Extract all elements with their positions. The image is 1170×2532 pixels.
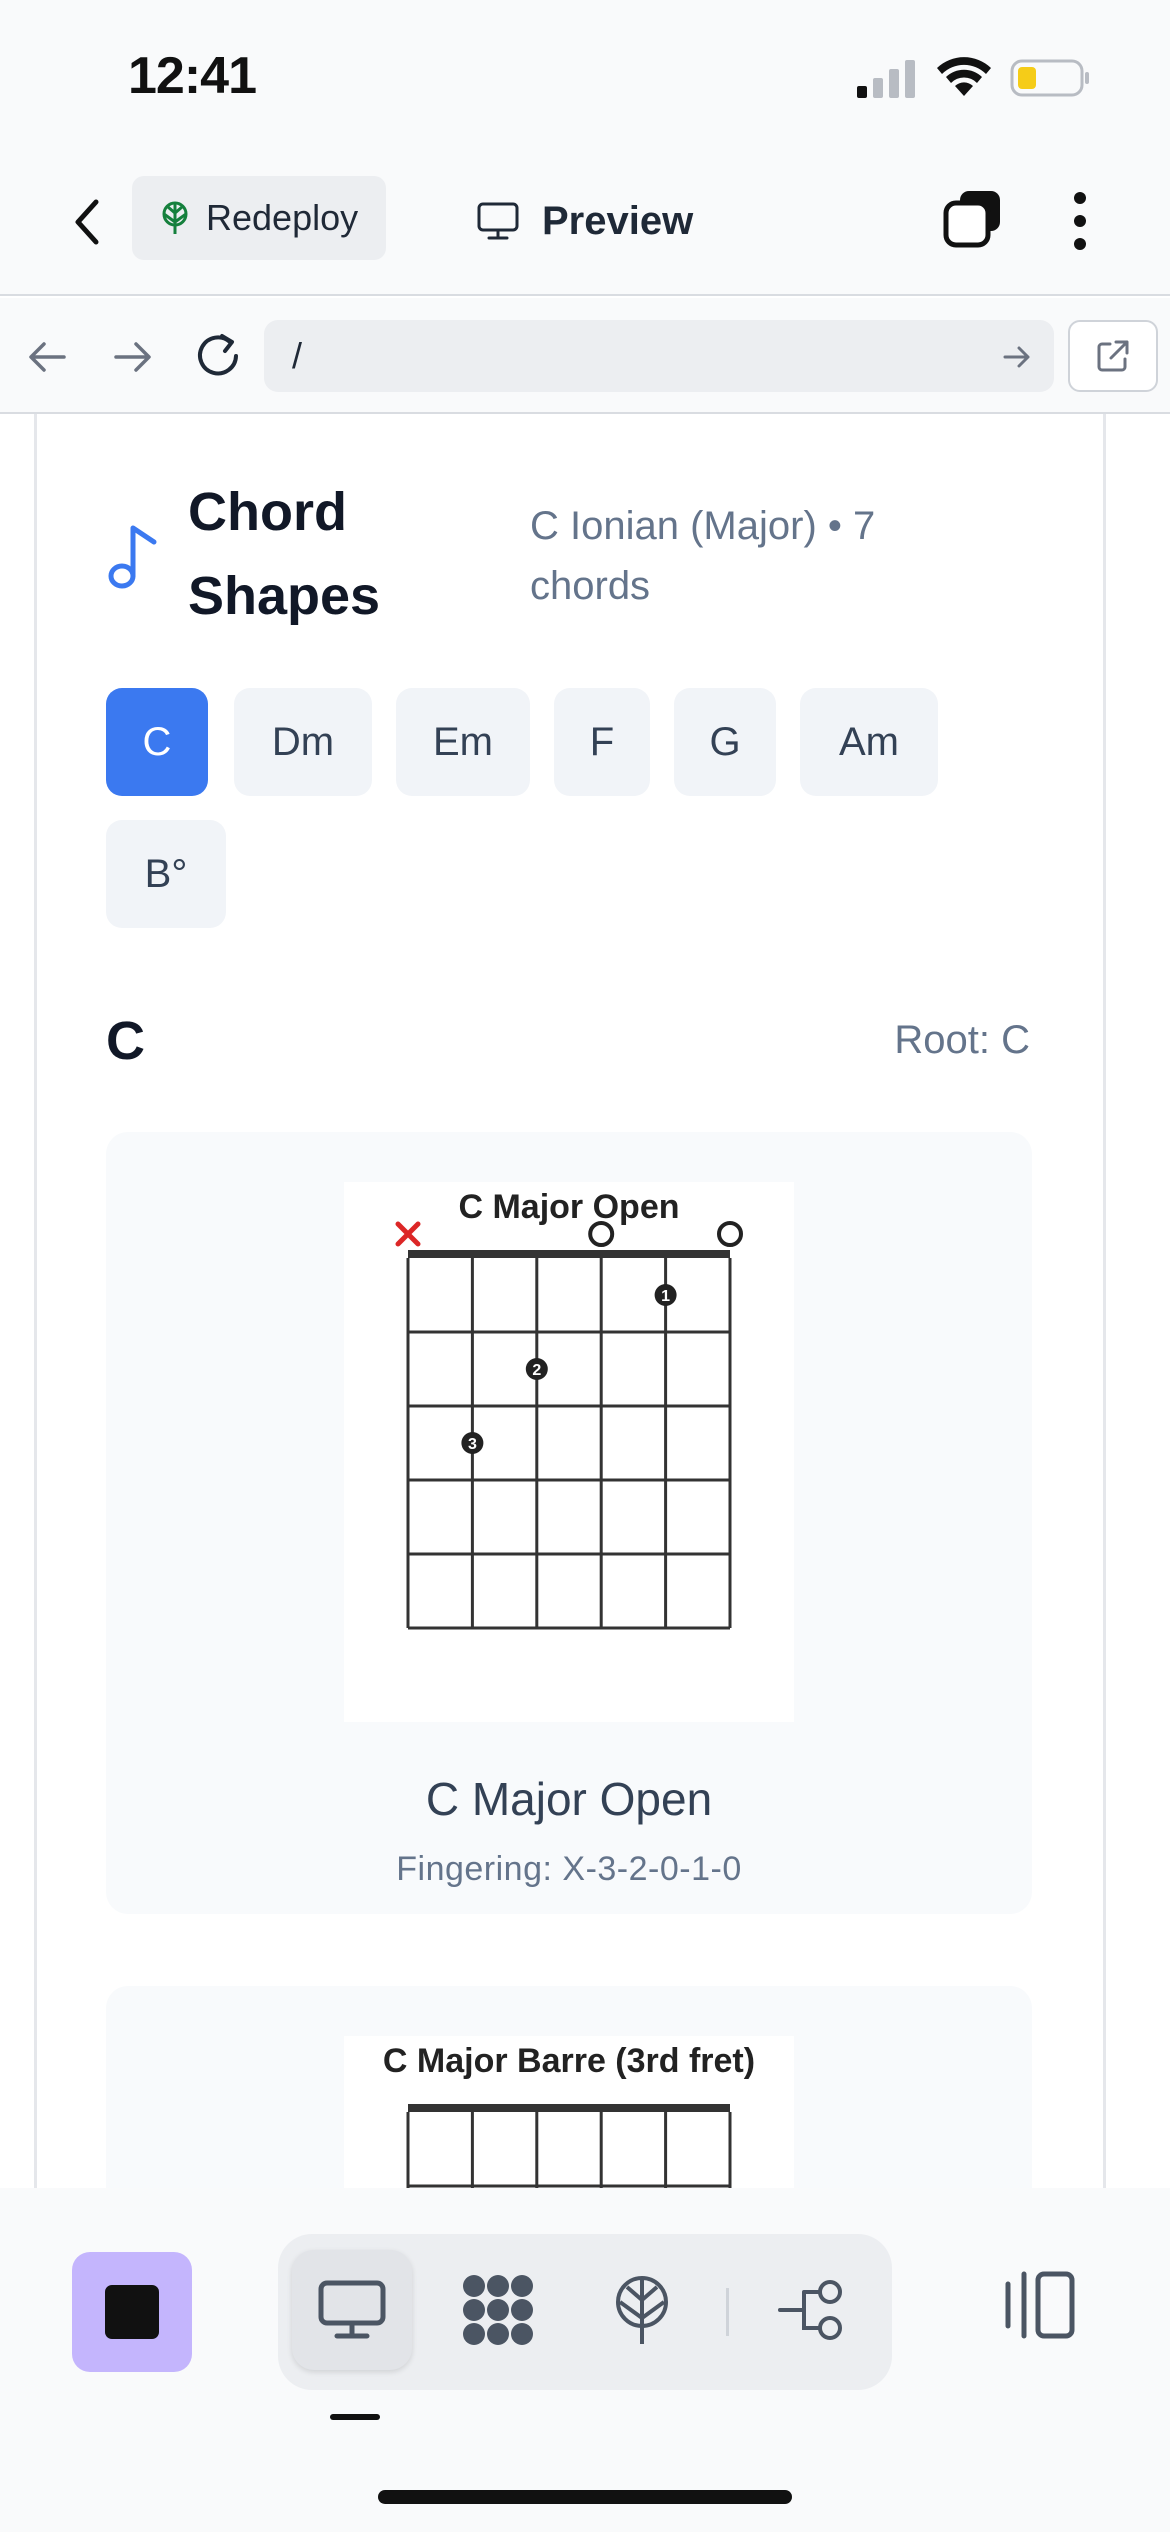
chord-diagram: C Major Open 3 2 1 [344, 1182, 794, 1722]
redeploy-button[interactable]: Redeploy [132, 176, 386, 260]
stop-button[interactable] [72, 2252, 192, 2372]
chord-shape-card: C Major Open 3 2 1 C Major Open Fingering:… [106, 1132, 1032, 1914]
chord-button[interactable]: Em [396, 688, 530, 796]
chord-diagram-svg: C Major Open 3 2 1 [395, 1188, 743, 1630]
reload-icon[interactable] [190, 328, 246, 384]
arrow-right-icon[interactable] [108, 332, 158, 382]
status-bar: 12:41 [0, 0, 1170, 150]
arrow-left-icon[interactable] [22, 332, 72, 382]
fingering-label: Fingering: X-3-2-0-1-0 [396, 1850, 742, 1888]
open-string-marker [588, 1221, 615, 1247]
desktop-view-button[interactable] [292, 2250, 412, 2370]
open-external-button[interactable] [1068, 320, 1158, 392]
flow-icon [778, 2280, 842, 2340]
stop-icon [105, 2285, 159, 2339]
desktop-icon [318, 2280, 386, 2339]
url-go-icon[interactable] [1000, 340, 1034, 374]
monitor-icon [477, 202, 519, 240]
chord-diagram: C Major Barre (3rd fret) [344, 2036, 794, 2190]
selected-chord-name: C [106, 1011, 145, 1071]
diagram-title: C Major Open [458, 1188, 679, 1226]
nut [408, 2104, 730, 2112]
chord-shape-card: C Major Barre (3rd fret) [106, 1986, 1032, 2190]
chord-button[interactable]: C [106, 688, 208, 796]
section-title: Chord Shapes [188, 482, 381, 626]
tabs-icon[interactable] [942, 188, 1004, 250]
status-time: 12:41 [128, 47, 257, 105]
chord-button[interactable]: Am [800, 688, 938, 796]
split-view-icon[interactable] [994, 2260, 1084, 2350]
deploy-icon [616, 2276, 668, 2344]
wifi-icon [937, 57, 991, 96]
chevron-left-icon [75, 199, 99, 245]
finger-number: 3 [468, 1436, 477, 1453]
flow-view-button[interactable] [752, 2250, 872, 2370]
chord-button[interactable]: Dm [234, 688, 372, 796]
view-switcher [278, 2234, 892, 2390]
cellular-signal-icon [857, 60, 915, 98]
open-string-marker [717, 1221, 743, 1247]
deploy-view-button[interactable] [582, 2250, 702, 2370]
chord-button[interactable]: G [674, 688, 776, 796]
network-view-button[interactable] [438, 2250, 558, 2370]
nut [408, 1250, 730, 1258]
app-toolbar: Redeploy Preview [0, 150, 1170, 296]
more-options-icon[interactable] [1060, 186, 1100, 256]
section-subtitle: C Ionian (Major) • 7 chords [530, 504, 876, 608]
preview-label: Preview [542, 198, 694, 243]
url-input[interactable]: / [264, 320, 1054, 392]
shape-name: C Major Open [425, 1773, 713, 1825]
browser-bar: / [0, 298, 1170, 414]
home-indicator [378, 2490, 792, 2504]
chord-button[interactable]: B° [106, 820, 226, 928]
url-text: / [292, 335, 303, 376]
music-note-icon [108, 525, 157, 589]
deploy-tree-icon [162, 201, 188, 234]
battery-icon [1010, 59, 1089, 97]
chord-diagram-svg: C Major Barre (3rd fret) [383, 2042, 755, 2190]
chord-button[interactable]: F [554, 688, 650, 796]
active-tab-indicator [330, 2414, 380, 2420]
back-button[interactable] [62, 192, 112, 252]
preview-tab[interactable]: Preview [476, 186, 693, 256]
finger-number: 2 [532, 1362, 541, 1379]
preview-content: Chord Shapes C Ionian (Major) • 7 chords… [0, 414, 1170, 2190]
muted-string-marker [395, 1221, 421, 1247]
root-label: Root: C [894, 1018, 1030, 1062]
bottom-toolbar [0, 2188, 1170, 2532]
toolbar-divider [726, 2288, 729, 2336]
finger-number: 1 [661, 1288, 670, 1305]
redeploy-label: Redeploy [206, 197, 359, 238]
external-link-icon [1097, 340, 1129, 372]
network-icon [463, 2275, 533, 2345]
diagram-title: C Major Barre (3rd fret) [383, 2042, 755, 2080]
